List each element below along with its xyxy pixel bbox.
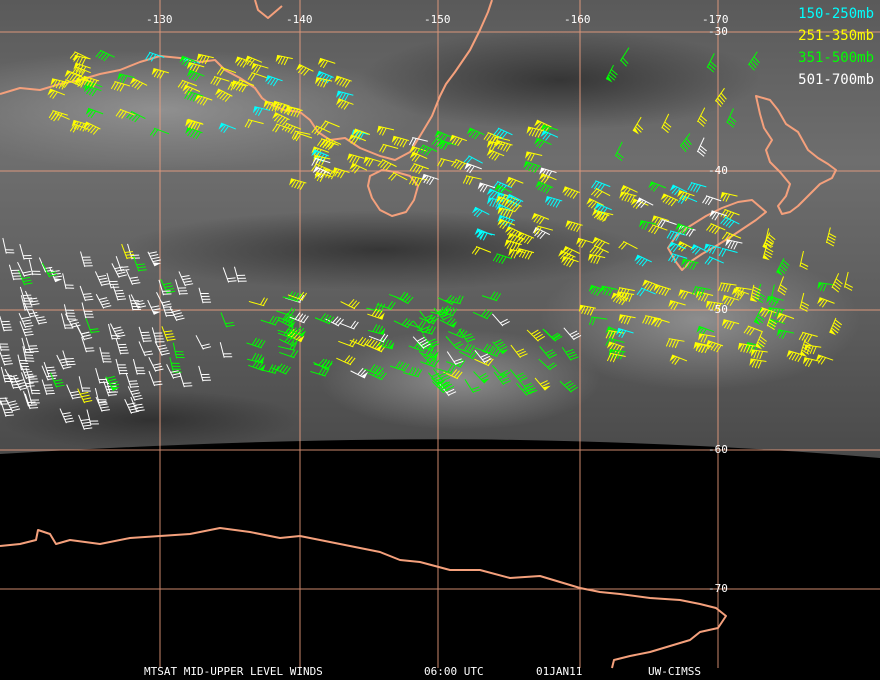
longitude-label: -140 (286, 13, 313, 26)
satellite-wind-map: -130 -140 -150 -160 -170 -30 -40 -50 -60… (0, 0, 880, 680)
legend-251-350mb: 251-350mb (798, 28, 874, 44)
dry-slot-dark (0, 390, 300, 450)
longitude-label: -130 (146, 13, 173, 26)
longitude-label: -160 (564, 13, 591, 26)
data-source: UW-CIMSS (648, 665, 701, 678)
product-name: MTSAT MID-UPPER LEVEL WINDS (144, 665, 323, 678)
legend-501-700mb: 501-700mb (798, 72, 874, 88)
dry-slot-dark (360, 30, 760, 130)
dry-slot-dark (120, 210, 640, 290)
latitude-label: -60 (708, 443, 728, 456)
product-footer: MTSAT MID-UPPER LEVEL WINDS 06:00 UTC 01… (0, 666, 880, 678)
latitude-label: -40 (708, 164, 728, 177)
latitude-label: -70 (708, 582, 728, 595)
antarctica-coast (0, 527, 727, 669)
longitude-label: -150 (424, 13, 451, 26)
map-canvas (0, 0, 880, 669)
valid-date: 01JAN11 (536, 665, 583, 678)
legend-351-500mb: 351-500mb (798, 50, 874, 66)
latitude-label: -30 (708, 25, 728, 38)
latitude-label: -50 (708, 303, 728, 316)
valid-time: 06:00 UTC (424, 665, 484, 678)
legend-150-250mb: 150-250mb (798, 6, 874, 22)
